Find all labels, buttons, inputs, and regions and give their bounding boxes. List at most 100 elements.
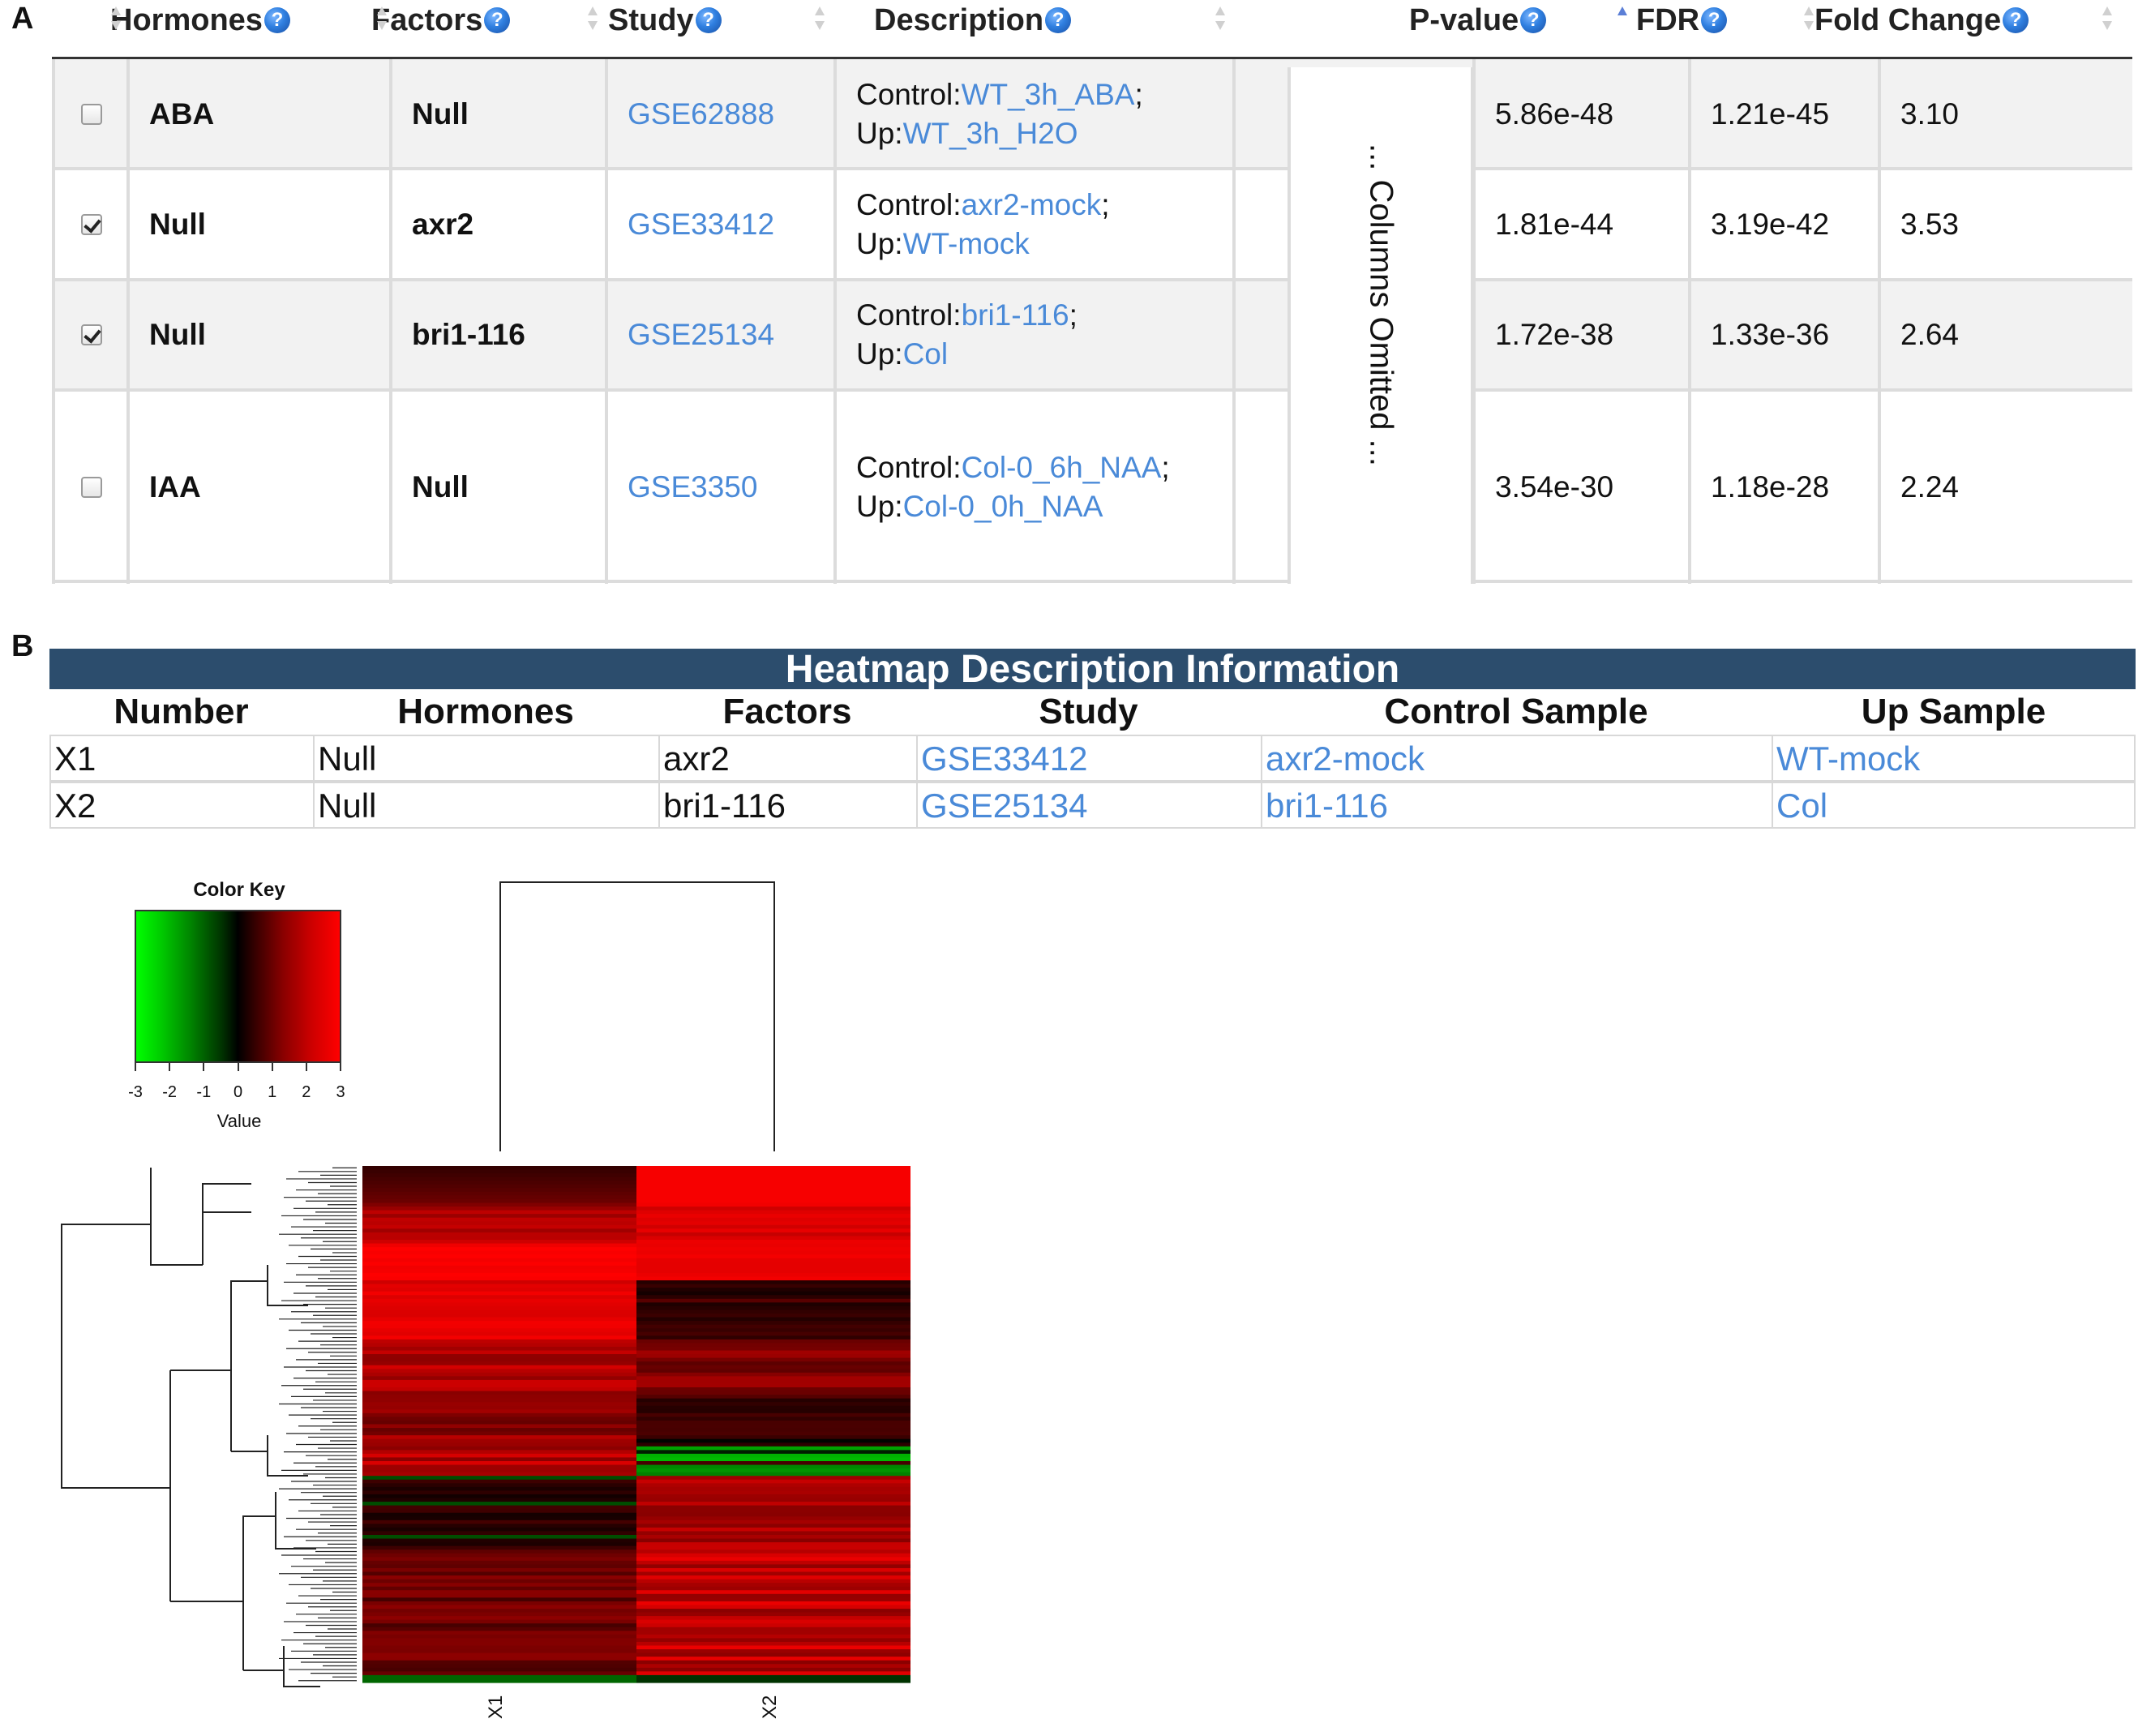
row-checkbox[interactable] xyxy=(81,324,102,345)
control-sample-link[interactable]: bri1-116 xyxy=(962,298,1069,332)
col-hormones-header-label: Hormones xyxy=(110,2,263,37)
control-cell[interactable]: bri1-116 xyxy=(1262,783,1773,827)
col-foldchange-header[interactable]: Fold Change? xyxy=(1815,0,2029,41)
help-icon[interactable]: ? xyxy=(1045,7,1072,33)
up-prefix: Up: xyxy=(856,226,903,260)
results-table-header: Hormones? Factors? Study? Description? P-val… xyxy=(52,0,2132,58)
fold-change-value: 2.64 xyxy=(1900,318,1960,351)
panel-letter-a: A xyxy=(11,2,34,36)
hormone-value: Null xyxy=(149,207,206,241)
table-row[interactable]: ABA Null GSE62888 Control:WT_3h_ABA; Up:WT_3… xyxy=(52,59,2132,169)
up-cell[interactable]: WT-mock xyxy=(1773,736,2134,780)
table-row[interactable]: IAA Null GSE3350 Control:Col-0_6h_NAA; Up:Co… xyxy=(52,390,2132,584)
row-select-cell xyxy=(52,169,130,280)
control-cell[interactable]: axr2-mock xyxy=(1262,736,1773,780)
col-hormones-header[interactable]: Hormones? xyxy=(110,0,290,41)
fdr-cell: 1.21e-45 xyxy=(1691,59,1881,169)
heatmap-header-1: Hormones xyxy=(397,692,574,731)
study-link[interactable]: GSE62888 xyxy=(608,97,774,131)
fold-change-cell: 2.64 xyxy=(1881,280,2132,390)
study-link[interactable]: GSE3350 xyxy=(608,470,757,504)
study-link[interactable]: GSE25134 xyxy=(608,318,774,352)
control-prefix: Control: xyxy=(856,450,962,484)
number-cell: X2 xyxy=(51,783,315,827)
up-cell[interactable]: Col xyxy=(1773,783,2134,827)
col-description-header[interactable]: Description? xyxy=(874,0,1072,41)
factor-cell: bri1-116 xyxy=(660,783,918,827)
up-prefix: Up: xyxy=(856,337,903,371)
col-description-header-label: Description xyxy=(874,2,1044,37)
up-sample-link[interactable]: WT_3h_H2O xyxy=(903,117,1078,150)
fdr-value: 1.18e-28 xyxy=(1711,469,1830,504)
heatmap-graphic xyxy=(61,881,910,1687)
pvalue-cell: 5.86e-48 xyxy=(1476,59,1691,169)
sort-arrows-icon[interactable] xyxy=(1215,6,1226,34)
sort-arrows-icon[interactable] xyxy=(587,6,598,34)
heatmap-header-4: Control Sample xyxy=(1384,692,1648,731)
pvalue-value: 5.86e-48 xyxy=(1495,96,1614,131)
sort-arrows-icon[interactable] xyxy=(110,6,122,34)
row-dendrogram xyxy=(267,1435,308,1477)
hormone-cell: Null xyxy=(315,736,660,780)
hormone-value: ABA xyxy=(149,96,215,131)
description-cell: Control:bri1-116; Up:Col xyxy=(837,280,1236,390)
col-study-header[interactable]: Study? xyxy=(608,0,722,41)
up-sample-link[interactable]: WT-mock xyxy=(903,227,1030,260)
col-fdr-header-label: FDR xyxy=(1636,2,1700,37)
help-icon[interactable]: ? xyxy=(2003,7,2029,33)
col-study-header-label: Study xyxy=(608,2,694,37)
help-icon[interactable]: ? xyxy=(1520,7,1547,33)
study-cell[interactable]: GSE33412 xyxy=(918,736,1262,780)
row-checkbox[interactable] xyxy=(81,213,102,235)
up-sample-link[interactable]: Col-0_0h_NAA xyxy=(903,490,1103,523)
table-row[interactable]: Null axr2 GSE33412 Control:axr2-mock; Up:WT-… xyxy=(52,169,2132,280)
study-cell: GSE33412 xyxy=(608,169,837,280)
factor-value: bri1-116 xyxy=(412,318,525,351)
sort-arrows-icon[interactable] xyxy=(376,6,388,34)
sort-arrows-icon[interactable] xyxy=(2102,6,2113,34)
heatmap-description-row: X1 Null axr2 GSE33412 axr2-mock WT-mock xyxy=(49,735,2136,782)
factor-cell: Null xyxy=(392,390,608,584)
row-checkbox[interactable] xyxy=(81,103,102,125)
number-cell: X1 xyxy=(51,736,315,780)
separator: ; xyxy=(1134,77,1143,111)
control-sample-link[interactable]: WT_3h_ABA xyxy=(962,78,1135,111)
help-icon[interactable]: ? xyxy=(484,7,511,33)
column-dendrogram xyxy=(499,881,775,1151)
heatmap-header-0: Number xyxy=(114,692,249,731)
col-factors-header[interactable]: Factors? xyxy=(371,0,511,41)
table-row[interactable]: Null bri1-116 GSE25134 Control:bri1-116; Up:… xyxy=(52,280,2132,390)
row-checkbox[interactable] xyxy=(81,476,102,498)
up-sample-link[interactable]: Col xyxy=(903,337,949,371)
row-dendrogram xyxy=(61,1224,170,1489)
col-foldchange-header-label: Fold Change xyxy=(1815,2,2002,37)
description-cell: Control:WT_3h_ABA; Up:WT_3h_H2O xyxy=(837,59,1236,169)
description-cell: Control:axr2-mock; Up:WT-mock xyxy=(837,169,1236,280)
separator: ; xyxy=(1161,450,1170,484)
control-sample-link[interactable]: Col-0_6h_NAA xyxy=(962,451,1162,484)
help-icon[interactable]: ? xyxy=(695,7,722,33)
help-icon[interactable]: ? xyxy=(264,7,290,33)
control-sample-link[interactable]: axr2-mock xyxy=(962,188,1102,221)
col-pvalue-header[interactable]: P-value? xyxy=(1409,0,1547,41)
fdr-cell: 1.33e-36 xyxy=(1691,280,1881,390)
fold-change-cell: 2.24 xyxy=(1881,390,2132,584)
hormone-value: IAA xyxy=(149,469,201,504)
study-cell: GSE3350 xyxy=(608,390,837,584)
fdr-value: 1.21e-45 xyxy=(1711,96,1830,131)
study-link[interactable]: GSE33412 xyxy=(608,208,774,242)
heatmap-header-2: Factors xyxy=(722,692,852,731)
col-factors-header-label: Factors xyxy=(371,2,483,37)
up-prefix: Up: xyxy=(856,116,903,150)
sort-arrows-icon[interactable] xyxy=(814,6,825,34)
pvalue-cell: 1.81e-44 xyxy=(1476,169,1691,280)
factor-value: Null xyxy=(412,469,469,504)
help-icon[interactable]: ? xyxy=(1701,7,1728,33)
row-select-cell xyxy=(52,59,130,169)
study-cell[interactable]: GSE25134 xyxy=(918,783,1262,827)
sort-arrows-icon[interactable] xyxy=(1803,6,1815,34)
heatmap-header-5: Up Sample xyxy=(1861,692,2046,731)
row-dendrogram xyxy=(150,1168,203,1266)
col-fdr-header[interactable]: FDR? xyxy=(1636,0,1728,41)
sort-arrows-icon[interactable] xyxy=(1617,6,1628,34)
